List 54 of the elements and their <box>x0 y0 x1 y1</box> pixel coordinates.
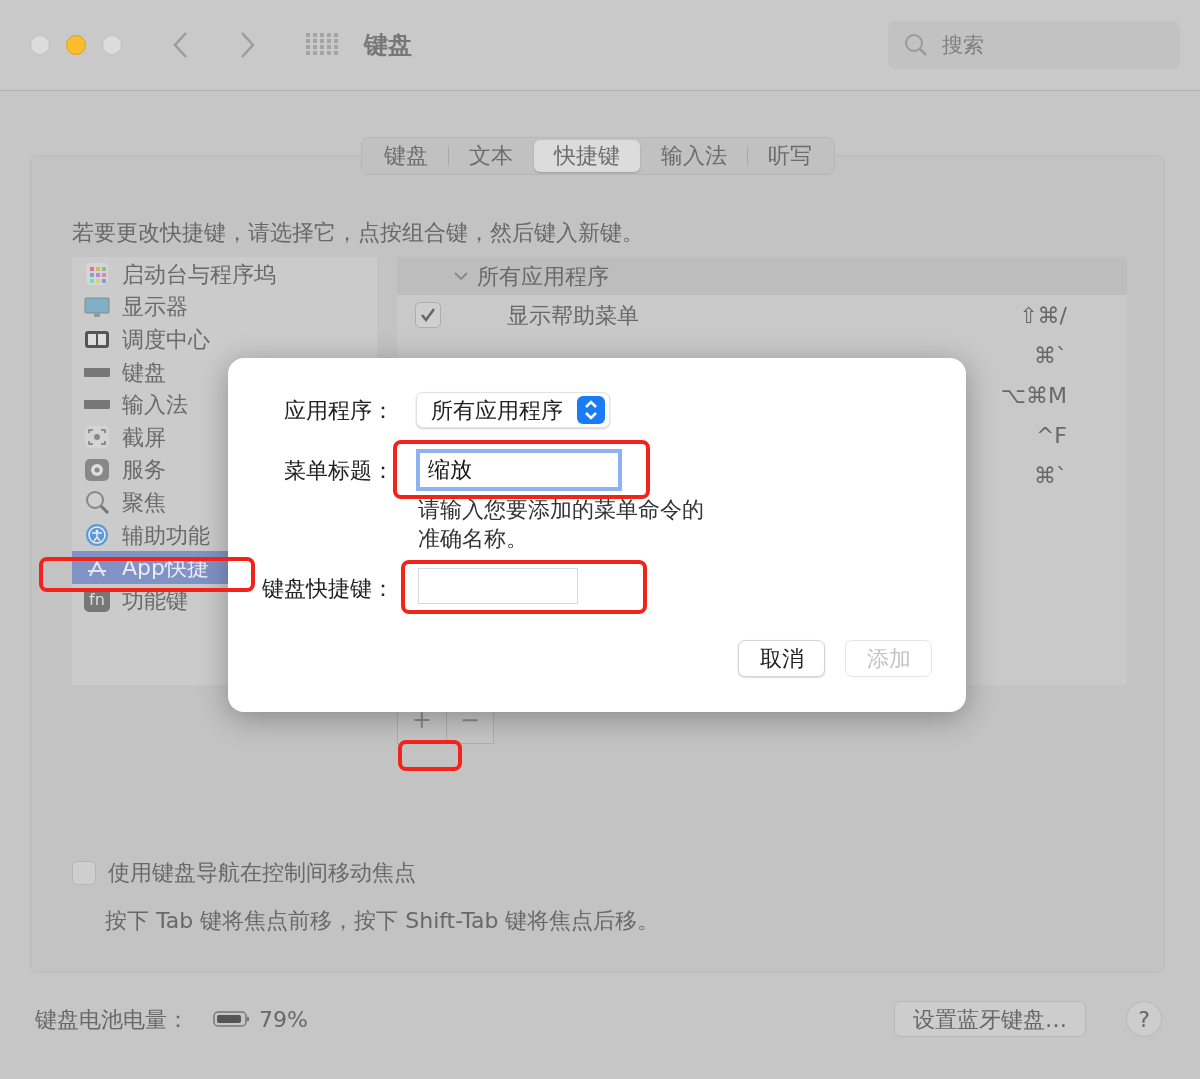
battery-label: 键盘电池电量： <box>35 1005 189 1034</box>
shortcut-keys: ⌥⌘M <box>1000 378 1067 412</box>
gear-icon <box>84 457 110 482</box>
tab[interactable]: 快捷键 <box>533 140 640 172</box>
hint-text: 按下 Tab 键将焦点前移，按下 Shift-Tab 键将焦点后移。 <box>105 907 661 935</box>
tab[interactable]: 输入法 <box>640 140 747 172</box>
close-window-button[interactable] <box>30 35 50 55</box>
sidebar-item[interactable]: 显示器 <box>72 290 377 324</box>
display-icon <box>84 294 110 319</box>
tab[interactable]: 听写 <box>747 140 832 172</box>
hint-text: 请输入您要添加的菜单命令的准确名称。 <box>418 496 705 553</box>
highlight-frame <box>398 740 462 771</box>
grid-icon[interactable] <box>306 33 340 57</box>
magnifier-icon <box>84 490 110 515</box>
accessibility-icon <box>84 523 110 548</box>
search-field[interactable]: 搜索 <box>888 21 1180 69</box>
sidebar-item[interactable]: 辅助功能 <box>72 518 377 552</box>
shortcut-keys: ^F <box>1035 418 1067 452</box>
battery-level-text: 79% <box>259 1005 308 1034</box>
tab[interactable]: 文本 <box>448 140 533 172</box>
search-icon <box>904 33 928 57</box>
sidebar-item[interactable]: 聚焦 <box>72 486 377 519</box>
shortcut-field[interactable] <box>418 568 578 604</box>
keyboard-icon <box>84 400 110 410</box>
checkbox-label: 使用键盘导航在控制间移动焦点 <box>108 859 416 887</box>
menu-title-label: 菜单标题： <box>284 457 394 485</box>
keyboard-shortcut-label: 键盘快捷键： <box>262 575 394 603</box>
zoom-window-button[interactable] <box>102 35 122 55</box>
shortcut-keys: ⌘` <box>1034 458 1067 492</box>
add-button[interactable]: + <box>398 708 446 743</box>
shortcut-keys: ⌘` <box>1034 338 1067 372</box>
stepper-icon <box>577 396 605 424</box>
sidebar-item[interactable]: 键盘 <box>72 355 377 389</box>
cancel-button[interactable]: 取消 <box>738 640 825 677</box>
application-popup[interactable]: 所有应用程序 <box>416 392 610 428</box>
battery-icon <box>213 1010 251 1028</box>
sidebar-item[interactable]: 启动台与程序坞 <box>72 258 377 291</box>
checkmark-icon <box>419 306 437 324</box>
launchpad-icon <box>84 262 110 287</box>
menu-title-field[interactable]: 缩放 <box>416 449 622 491</box>
screenshot-icon <box>84 425 110 450</box>
keyboard-icon <box>84 367 110 377</box>
setup-bluetooth-keyboard-button[interactable]: 设置蓝牙键盘… <box>894 1001 1086 1037</box>
shortcut-keys: ⇧⌘/ <box>1019 298 1067 332</box>
instruction-text: 若要更改快捷键，请选择它，点按组合键，然后键入新键。 <box>72 219 645 247</box>
window-title: 键盘 <box>364 30 412 61</box>
shortcut-name[interactable]: 显示帮助菜单 <box>507 298 639 332</box>
minimize-window-button[interactable] <box>66 35 86 55</box>
tab[interactable]: 键盘 <box>363 140 448 172</box>
checkbox[interactable] <box>72 860 96 885</box>
checkbox[interactable] <box>415 302 441 328</box>
help-button[interactable]: ? <box>1126 1001 1162 1037</box>
sidebar-item[interactable]: 调度中心 <box>72 323 377 356</box>
group-row[interactable]: 所有应用程序 <box>397 257 1127 295</box>
